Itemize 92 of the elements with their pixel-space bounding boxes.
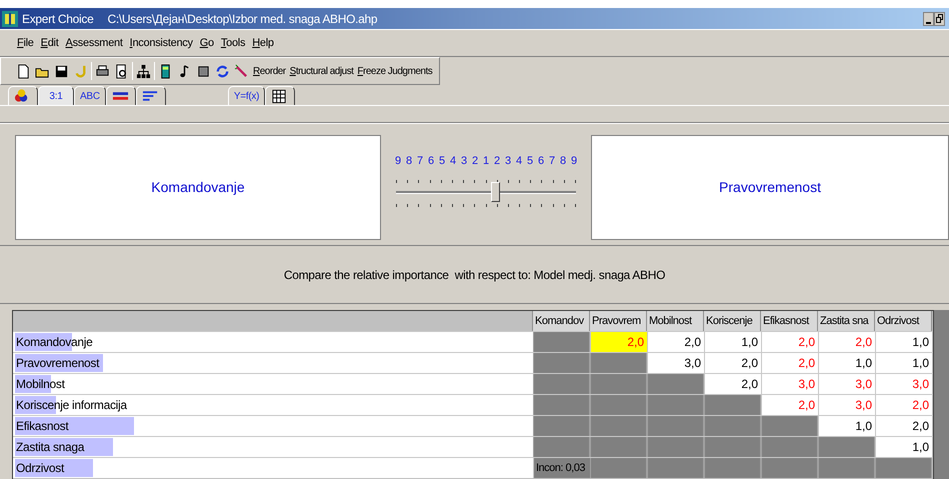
inconsistency-ratio: Incon: 0,03 (533, 458, 590, 478)
judgment-cell[interactable]: 2,0 (647, 332, 704, 352)
scale-number: 9 (570, 154, 578, 169)
judgment-cell[interactable]: 1,0 (818, 353, 875, 373)
restore-icon (936, 14, 943, 23)
view-tab[interactable]: 3:1 (38, 86, 74, 105)
scale-number: 8 (560, 154, 566, 169)
judgment-cell[interactable]: 2,0 (875, 416, 932, 436)
judgment-cell[interactable]: 3,0 (875, 374, 932, 394)
scale-number: 5 (526, 154, 534, 169)
menu-item[interactable]: Go (198, 34, 215, 52)
judgment-cell[interactable]: 2,0 (704, 353, 761, 373)
minimize-button[interactable] (923, 12, 934, 26)
window-title: C:\Users\Дејан\Desktop\Izbor med. snaga ABHO.ahp (107, 10, 378, 28)
toolbar-text-button[interactable]: Freeze Judgments (356, 64, 434, 78)
row-label: Odrzivost (15, 460, 64, 477)
judgment-cell[interactable]: 1,0 (704, 332, 761, 352)
app-logo-icon (2, 10, 18, 26)
scale-number: 4 (516, 154, 522, 169)
scale-number: 9 (394, 154, 402, 169)
row-label: Efikasnost (15, 418, 68, 435)
toolbar-text-button[interactable]: Structural adjust (288, 64, 354, 78)
judgment-cell[interactable]: 2,0 (875, 395, 932, 415)
judgment-cell[interactable]: 1,0 (875, 437, 932, 457)
scale-number: 6 (428, 154, 434, 169)
judgment-cell[interactable]: 2,0 (590, 332, 647, 352)
column-header: Odrzivost (875, 311, 932, 331)
slider-thumb[interactable] (491, 182, 500, 202)
comparison-prompt: Compare the relative importance with respect to: Model medj. snaga ABHO (284, 266, 666, 284)
row-label: Pravovremenost (15, 355, 100, 372)
column-header: Efikasnost (761, 311, 818, 331)
judgment-cell[interactable]: 1,0 (875, 353, 932, 373)
judgment-cell[interactable]: 3,0 (761, 374, 818, 394)
view-tab[interactable] (265, 86, 296, 105)
row-label: Komandovanje (15, 334, 92, 351)
menu-item[interactable]: Help (251, 34, 275, 52)
save-icon (54, 64, 69, 78)
judgment-cell[interactable]: 2,0 (761, 395, 818, 415)
row-label: Zastita snaga (15, 439, 84, 456)
scale-number: 2 (494, 154, 500, 169)
column-header: Koriscenje (704, 311, 761, 331)
scale-number: 3 (504, 154, 512, 169)
judgment-cell[interactable]: 1,0 (818, 416, 875, 436)
hierarchy-button[interactable] (135, 62, 152, 80)
judgment-cell[interactable]: 2,0 (704, 374, 761, 394)
app-name: Expert Choice (22, 10, 94, 28)
judgment-cell[interactable]: 2,0 (818, 332, 875, 352)
view-tab[interactable]: Y=f(x) (228, 86, 266, 105)
square-icon (196, 64, 211, 78)
judgment-cell[interactable]: 2,0 (761, 353, 818, 373)
restore-button[interactable] (934, 12, 945, 26)
printer-icon (95, 64, 110, 78)
minimize-icon (926, 22, 931, 24)
view-tab[interactable] (136, 86, 166, 105)
magic-wand-icon (234, 64, 249, 78)
scale-number: 5 (438, 154, 446, 169)
column-header: Komandov (533, 311, 590, 331)
toolbar-text-button[interactable]: Reorder (252, 64, 287, 78)
scale-number: 7 (548, 154, 556, 169)
menu-item[interactable]: Inconsistency (128, 34, 194, 52)
right-criterion: Pravovremenost (719, 178, 821, 197)
magic-wand-button[interactable] (233, 62, 250, 80)
row-label: Mobilnost (15, 376, 65, 393)
print-preview-icon (114, 64, 129, 78)
judgment-cell[interactable]: 2,0 (761, 332, 818, 352)
row-label: Koriscenje informacija (15, 397, 127, 414)
menu-item[interactable]: Tools (220, 34, 246, 52)
scale-number: 1 (482, 154, 490, 169)
new-file-icon (16, 64, 31, 78)
scale-number: 6 (538, 154, 544, 169)
column-header: Mobilnost (647, 311, 704, 331)
scale-number: 4 (450, 154, 456, 169)
menu-item[interactable]: File (16, 34, 35, 52)
column-header: Zastita sna (818, 311, 875, 331)
view-tab[interactable]: ABC (74, 86, 106, 105)
view-tab[interactable] (8, 86, 38, 105)
left-criterion: Komandovanje (151, 178, 245, 197)
column-header: Pravovrem (590, 311, 647, 331)
refresh-icon (215, 64, 230, 78)
menu-item[interactable]: Edit (40, 34, 60, 52)
scale-number: 8 (406, 154, 412, 169)
judgment-cell[interactable]: 3,0 (647, 353, 704, 373)
scale-number: 2 (472, 154, 478, 169)
menu-item[interactable]: Assessment (64, 34, 124, 52)
hierarchy-icon (136, 64, 151, 78)
grid-icon (271, 88, 288, 104)
view-tab[interactable] (106, 86, 136, 105)
scale-number: 7 (416, 154, 424, 169)
judgment-cell[interactable]: 3,0 (818, 374, 875, 394)
scale-number: 3 (460, 154, 468, 169)
judgment-cell[interactable]: 3,0 (818, 395, 875, 415)
judgment-cell[interactable]: 1,0 (875, 332, 932, 352)
